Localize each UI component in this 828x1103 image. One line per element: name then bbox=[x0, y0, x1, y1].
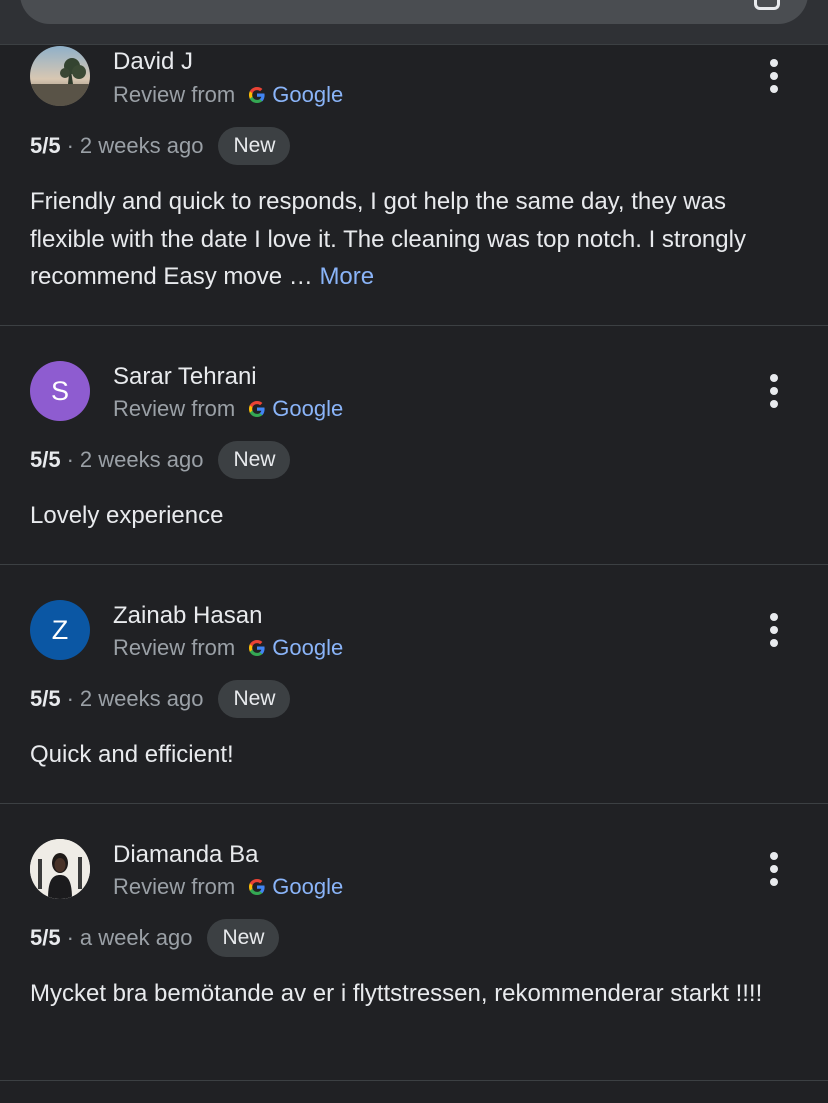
separator-dot: · bbox=[66, 447, 74, 472]
review-meta: 5/5 · 2 weeks ago New bbox=[30, 127, 291, 165]
avatar-initial: Z bbox=[51, 614, 69, 645]
rating: 5/5 bbox=[30, 925, 61, 950]
top-search-bar bbox=[0, 0, 828, 45]
review-source-label: Review from bbox=[113, 635, 236, 660]
review-text: Lovely experience bbox=[30, 497, 800, 535]
separator-dot: · bbox=[66, 133, 74, 158]
provider-name: Google bbox=[272, 82, 344, 107]
new-badge: New bbox=[218, 680, 291, 718]
review-source-label: Review from bbox=[113, 82, 236, 107]
review-source: Review from Google bbox=[113, 82, 343, 108]
new-badge: New bbox=[218, 441, 291, 479]
review-time: 2 weeks ago bbox=[79, 447, 204, 472]
review-source: Review from Google bbox=[113, 874, 343, 900]
review-body: Friendly and quick to responds, I got he… bbox=[30, 188, 746, 290]
review-source-label: Review from bbox=[113, 874, 236, 899]
google-g-icon bbox=[249, 879, 265, 895]
provider-name: Google bbox=[272, 396, 344, 421]
review-card: Z Zainab Hasan Review from Google 5/5 · … bbox=[0, 565, 828, 804]
provider-name: Google bbox=[272, 874, 344, 899]
more-vert-icon[interactable] bbox=[760, 56, 788, 96]
rating: 5/5 bbox=[30, 686, 61, 711]
review-source: Review from Google bbox=[113, 396, 343, 422]
google-g-icon bbox=[249, 87, 265, 103]
review-body: Quick and efficient! bbox=[30, 741, 234, 768]
reviewer-name[interactable]: Diamanda Ba bbox=[113, 841, 258, 869]
tray-icon[interactable] bbox=[754, 0, 780, 10]
reviewer-name[interactable]: Zainab Hasan bbox=[113, 602, 262, 630]
review-time: 2 weeks ago bbox=[79, 133, 204, 158]
review-card: S Sarar Tehrani Review from Google 5/5 ·… bbox=[0, 326, 828, 565]
rating: 5/5 bbox=[30, 447, 61, 472]
review-text: Friendly and quick to responds, I got he… bbox=[30, 183, 800, 296]
separator-dot: · bbox=[66, 686, 74, 711]
google-g-icon bbox=[249, 401, 265, 417]
review-card: Diamanda Ba Review from Google 5/5 · a w… bbox=[0, 804, 828, 1081]
review-meta: 5/5 · 2 weeks ago New bbox=[30, 441, 291, 479]
avatar[interactable]: Z bbox=[30, 600, 90, 660]
rating: 5/5 bbox=[30, 133, 61, 158]
avatar-initial: S bbox=[50, 375, 69, 406]
review-text: Quick and efficient! bbox=[30, 736, 800, 774]
review-meta: 5/5 · 2 weeks ago New bbox=[30, 680, 291, 718]
new-badge: New bbox=[218, 127, 291, 165]
review-card: David J Review from Google 5/5 · 2 weeks… bbox=[0, 44, 828, 326]
provider-name: Google bbox=[272, 635, 344, 660]
review-source: Review from Google bbox=[113, 635, 343, 661]
google-g-icon bbox=[249, 640, 265, 656]
review-time: a week ago bbox=[79, 925, 193, 950]
review-time: 2 weeks ago bbox=[79, 686, 204, 711]
review-body: Mycket bra bemötande av er i flyttstress… bbox=[30, 980, 763, 1007]
reviewer-name[interactable]: David J bbox=[113, 48, 193, 76]
more-link[interactable]: More bbox=[319, 263, 374, 290]
review-meta: 5/5 · a week ago New bbox=[30, 919, 280, 957]
review-body: Lovely experience bbox=[30, 502, 224, 529]
avatar[interactable] bbox=[30, 46, 90, 106]
avatar[interactable]: S bbox=[30, 361, 90, 421]
avatar-portrait-photo bbox=[30, 839, 90, 899]
more-vert-icon[interactable] bbox=[760, 849, 788, 889]
review-source-label: Review from bbox=[113, 396, 236, 421]
reviewer-name[interactable]: Sarar Tehrani bbox=[113, 363, 257, 391]
new-badge: New bbox=[207, 919, 280, 957]
separator-dot: · bbox=[66, 925, 74, 950]
more-vert-icon[interactable] bbox=[760, 371, 788, 411]
avatar[interactable] bbox=[30, 839, 90, 899]
avatar-landscape-photo bbox=[30, 46, 90, 106]
search-box[interactable] bbox=[20, 0, 808, 24]
more-vert-icon[interactable] bbox=[760, 610, 788, 650]
review-text: Mycket bra bemötande av er i flyttstress… bbox=[30, 975, 800, 1013]
